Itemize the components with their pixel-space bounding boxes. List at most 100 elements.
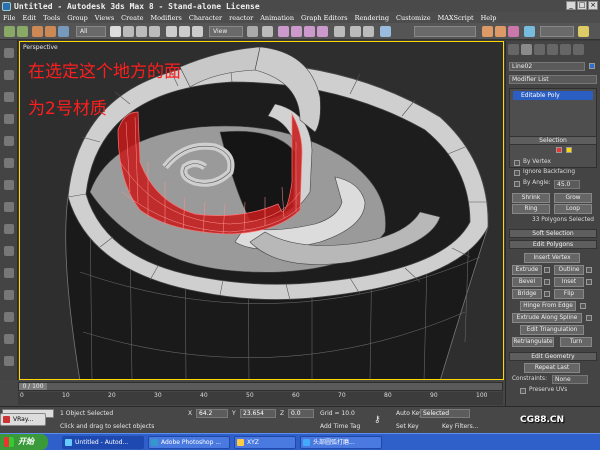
- tool-icon[interactable]: [4, 70, 14, 80]
- edit-triangulation-button[interactable]: Edit Triangulation: [520, 325, 584, 335]
- menu-file[interactable]: File: [3, 14, 16, 22]
- menu-group[interactable]: Group: [67, 14, 88, 22]
- create-tab-icon[interactable]: [508, 44, 519, 55]
- start-button[interactable]: 开始: [0, 434, 48, 450]
- menu-maxscript[interactable]: MAXScript: [438, 14, 474, 22]
- bevel-settings-icon[interactable]: [544, 279, 550, 285]
- menu-rendering[interactable]: Rendering: [355, 14, 389, 22]
- by-angle-value[interactable]: 45.0: [554, 180, 580, 189]
- extrude-settings-icon[interactable]: [544, 267, 550, 273]
- motion-tab-icon[interactable]: [547, 44, 558, 55]
- redo-icon[interactable]: [17, 26, 28, 37]
- mirror-icon[interactable]: [350, 26, 361, 37]
- auto-key-button[interactable]: Auto Key: [396, 410, 423, 417]
- pivot-center-icon[interactable]: [247, 26, 258, 37]
- select-object-icon[interactable]: [110, 26, 121, 37]
- vray-window-tab[interactable]: VRay...: [0, 413, 46, 426]
- display-tab-icon[interactable]: [560, 44, 571, 55]
- utilities-tab-icon[interactable]: [573, 44, 584, 55]
- tool-icon[interactable]: [4, 356, 14, 366]
- percent-snap-icon[interactable]: [304, 26, 315, 37]
- time-slider[interactable]: 0 / 100: [18, 382, 503, 391]
- tool-icon[interactable]: [4, 202, 14, 212]
- outline-button[interactable]: Outline: [554, 265, 584, 275]
- outline-settings-icon[interactable]: [586, 267, 592, 273]
- taskbar-item-photoshop[interactable]: Adobe Photoshop ...: [148, 436, 230, 449]
- tool-icon[interactable]: [4, 334, 14, 344]
- tool-icon[interactable]: [4, 312, 14, 322]
- bind-space-warp-icon[interactable]: [58, 26, 69, 37]
- spinner-snap-icon[interactable]: [317, 26, 328, 37]
- modifier-stack[interactable]: Editable Poly: [509, 88, 597, 168]
- render-scene-icon[interactable]: [524, 26, 535, 37]
- minimize-icon[interactable]: _: [566, 1, 576, 10]
- hierarchy-tab-icon[interactable]: [534, 44, 545, 55]
- constraints-dropdown[interactable]: None: [552, 375, 588, 384]
- menu-character[interactable]: Character: [189, 14, 222, 22]
- set-key-button[interactable]: Set Key: [396, 423, 419, 430]
- tool-icon[interactable]: [4, 136, 14, 146]
- tool-icon[interactable]: [4, 114, 14, 124]
- grow-button[interactable]: Grow: [554, 193, 592, 203]
- tool-icon[interactable]: [4, 158, 14, 168]
- hinge-from-edge-button[interactable]: Hinge From Edge: [520, 301, 576, 311]
- rotate-icon[interactable]: [179, 26, 190, 37]
- rollout-edit-polygons[interactable]: Edit Polygons: [509, 240, 597, 249]
- tool-icon[interactable]: [4, 180, 14, 190]
- stack-item-editable-poly[interactable]: Editable Poly: [513, 91, 593, 100]
- repeat-last-button[interactable]: Repeat Last: [524, 363, 580, 373]
- tool-icon[interactable]: [4, 92, 14, 102]
- menu-edit[interactable]: Edit: [23, 14, 37, 22]
- move-icon[interactable]: [166, 26, 177, 37]
- menu-reactor[interactable]: reactor: [229, 14, 253, 22]
- quick-render-icon[interactable]: [578, 26, 589, 37]
- align-icon[interactable]: [363, 26, 374, 37]
- ring-button[interactable]: Ring: [512, 204, 550, 214]
- material-editor-icon[interactable]: [508, 26, 519, 37]
- flip-button[interactable]: Flip: [554, 289, 584, 299]
- render-type-dropdown[interactable]: [540, 26, 574, 37]
- by-angle-checkbox[interactable]: [514, 181, 520, 187]
- key-filters-button[interactable]: Key Filters...: [442, 423, 479, 430]
- tool-icon[interactable]: [4, 290, 14, 300]
- close-icon[interactable]: ×: [588, 1, 598, 10]
- rollout-selection[interactable]: Selection: [509, 136, 597, 145]
- perspective-viewport[interactable]: Perspective 在选定这个地方的面 为2号材质: [19, 41, 504, 380]
- menu-customize[interactable]: Customize: [396, 14, 431, 22]
- z-coordinate-field[interactable]: 0.0: [288, 409, 314, 418]
- bevel-button[interactable]: Bevel: [512, 277, 542, 287]
- shrink-button[interactable]: Shrink: [512, 193, 550, 203]
- loop-button[interactable]: Loop: [554, 204, 592, 214]
- tool-icon[interactable]: [4, 224, 14, 234]
- extrude-button[interactable]: Extrude: [512, 265, 542, 275]
- tool-icon[interactable]: [4, 268, 14, 278]
- reference-coord-dropdown[interactable]: View: [209, 26, 243, 37]
- hinge-settings-icon[interactable]: [580, 303, 586, 309]
- scale-icon[interactable]: [192, 26, 203, 37]
- preserve-uvs-checkbox[interactable]: [520, 388, 526, 394]
- unlink-icon[interactable]: [45, 26, 56, 37]
- schematic-view-icon[interactable]: [495, 26, 506, 37]
- maximize-icon[interactable]: □: [577, 1, 587, 10]
- taskbar-item-3dsmax[interactable]: Untitled - Autod...: [62, 436, 144, 449]
- element-mode-icon[interactable]: [566, 147, 572, 153]
- rectangular-selection-icon[interactable]: [136, 26, 147, 37]
- object-color-swatch[interactable]: [589, 63, 595, 69]
- tool-icon[interactable]: [4, 48, 14, 58]
- turn-button[interactable]: Turn: [560, 337, 592, 347]
- viewport-label[interactable]: Perspective: [23, 44, 58, 51]
- extrude-along-spline-button[interactable]: Extrude Along Spline: [512, 313, 582, 323]
- extrude-along-spline-settings-icon[interactable]: [586, 315, 592, 321]
- link-icon[interactable]: [32, 26, 43, 37]
- window-crossing-icon[interactable]: [149, 26, 160, 37]
- track-bar[interactable]: 0 10 20 30 40 50 60 70 80 90 100: [18, 392, 503, 405]
- key-icon[interactable]: ⚷: [374, 415, 381, 425]
- tool-icon[interactable]: [4, 246, 14, 256]
- by-vertex-checkbox[interactable]: [514, 160, 520, 166]
- inset-settings-icon[interactable]: [586, 279, 592, 285]
- polygon-mode-icon[interactable]: [556, 147, 562, 153]
- ignore-backfacing-checkbox[interactable]: [514, 170, 520, 176]
- menu-tools[interactable]: Tools: [43, 14, 60, 22]
- menu-views[interactable]: Views: [95, 14, 114, 22]
- object-name-field[interactable]: Line02: [509, 62, 585, 71]
